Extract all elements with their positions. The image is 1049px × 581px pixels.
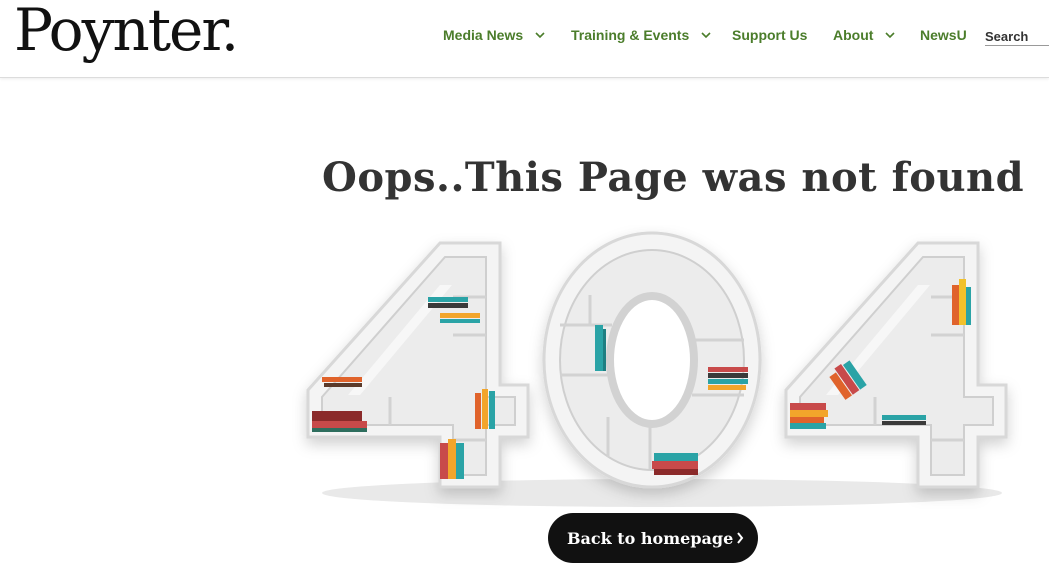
digit-four-left (306, 241, 530, 489)
back-button-label: Back to homepage (567, 528, 734, 548)
poynter-logo[interactable]: Poynter. (14, 0, 239, 64)
site-header: Poynter. Media News Training & Events Su… (0, 0, 1049, 78)
chevron-down-icon (885, 32, 896, 39)
nav-item-newsu[interactable]: NewsU (920, 27, 967, 43)
back-to-homepage-button[interactable]: Back to homepage (548, 513, 758, 563)
nav-label: Training & Events (571, 27, 690, 43)
nav-item-support-us[interactable]: Support Us (732, 27, 807, 43)
nav-item-training-events[interactable]: Training & Events (571, 27, 712, 43)
digit-zero (542, 231, 762, 489)
chevron-right-icon (737, 532, 744, 544)
nav-label: About (833, 27, 874, 43)
chevron-down-icon (701, 32, 711, 39)
nav-label: NewsU (920, 27, 967, 43)
nav-item-media-news[interactable]: Media News (443, 27, 546, 43)
digit-four-right (784, 241, 1008, 489)
bookshelf-404-illustration (306, 231, 1008, 507)
chevron-down-icon (535, 32, 545, 39)
nav-item-about[interactable]: About (833, 27, 896, 43)
page-title: Oops..This Page was not found (322, 154, 1025, 201)
nav-label: Media News (443, 27, 524, 43)
search-input[interactable]: Search (985, 28, 1049, 46)
nav-label: Support Us (732, 27, 808, 43)
